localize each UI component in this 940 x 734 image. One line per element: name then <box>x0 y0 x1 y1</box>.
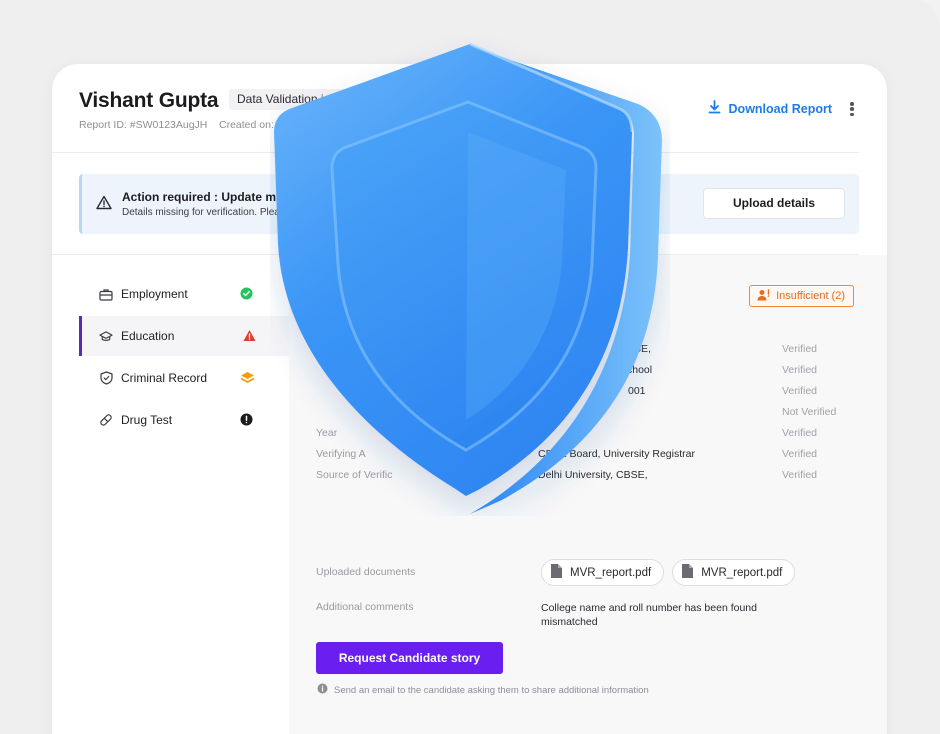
sidebar-item-drug-test[interactable]: Drug Test <box>79 400 289 440</box>
document-name: MVR_report.pdf <box>701 566 783 579</box>
header-divider <box>52 152 859 153</box>
action-required-alert: Action required : Update miss Details mi… <box>79 174 859 234</box>
document-list: MVR_report.pdf MVR_report.pdf <box>541 559 796 586</box>
upload-details-button[interactable]: Upload details <box>703 188 845 219</box>
row-value: Delhi University, CBSE, <box>538 469 648 481</box>
created-on: Created on: 30 <box>219 119 289 131</box>
candidate-name: Vishant Gupta <box>79 89 219 112</box>
graduation-cap-icon <box>99 329 113 343</box>
additional-comments-value: College name and roll number has been fo… <box>541 602 757 628</box>
document-chip[interactable]: MVR_report.pdf <box>672 559 796 586</box>
row-status: Verified <box>782 385 818 397</box>
file-icon <box>681 563 694 582</box>
document-chip[interactable]: MVR_report.pdf <box>541 559 665 586</box>
download-report-button[interactable]: Download Report <box>708 100 832 117</box>
page-background: Vishant Gupta Data Validation in P Repor… <box>0 0 940 734</box>
document-name: MVR_report.pdf <box>570 566 652 579</box>
row-status: Not Verified <box>782 406 837 418</box>
row-value: 001 <box>628 385 646 397</box>
insufficient-label: Insufficient (2) <box>776 290 845 302</box>
warning-icon <box>96 195 112 215</box>
alert-circle-icon <box>240 413 253 426</box>
row-status: Verified <box>782 469 818 481</box>
check-sidebar: Employment Education Criminal Record Dru… <box>79 274 289 442</box>
alert-description: Details missing for verification. Plea <box>122 207 280 218</box>
row-value: CBSE Board, University Registrar <box>538 448 695 460</box>
row-status: Verified <box>782 364 818 376</box>
sidebar-item-label: Education <box>121 329 175 343</box>
download-icon <box>708 100 721 117</box>
row-value: SE, <box>634 343 651 355</box>
sidebar-item-label: Employment <box>121 287 188 301</box>
row-value: chool <box>627 364 653 376</box>
request-note-text: Send an email to the candidate asking th… <box>334 684 649 696</box>
more-options-icon[interactable] <box>847 100 857 118</box>
row-label: Year <box>316 427 338 439</box>
sidebar-item-criminal-record[interactable]: Criminal Record <box>79 358 289 398</box>
shield-check-icon <box>99 371 113 385</box>
request-candidate-story-button[interactable]: Request Candidate story <box>316 642 503 674</box>
request-note: Send an email to the candidate asking th… <box>317 683 649 697</box>
row-label: Source of Verific <box>316 469 393 481</box>
info-icon <box>317 683 328 697</box>
uploaded-documents-label: Uploaded documents <box>316 566 416 578</box>
pill-icon <box>99 413 113 427</box>
additional-comments-label: Additional comments <box>316 601 414 613</box>
verified-check-icon <box>240 287 253 300</box>
row-label: Verifying A <box>316 448 366 460</box>
sidebar-item-label: Criminal Record <box>121 371 208 385</box>
row-status: Verified <box>782 343 818 355</box>
user-alert-icon <box>757 288 771 304</box>
education-detail-panel: Insufficient (2) SE, Verified chool Veri… <box>289 255 887 734</box>
report-id: Report ID: #SW0123AugJH <box>79 119 208 131</box>
report-card: Vishant Gupta Data Validation in P Repor… <box>52 64 887 734</box>
report-type-chip: Data Validation in P <box>229 89 350 110</box>
row-status: Verified <box>782 448 818 460</box>
sidebar-item-employment[interactable]: Employment <box>79 274 289 314</box>
sidebar-item-education[interactable]: Education <box>79 316 289 356</box>
warning-triangle-icon <box>243 329 256 342</box>
file-icon <box>550 563 563 582</box>
insufficient-badge[interactable]: Insufficient (2) <box>749 285 854 307</box>
layers-icon <box>240 371 255 384</box>
sidebar-item-label: Drug Test <box>121 413 173 427</box>
briefcase-icon <box>99 287 113 301</box>
download-report-label: Download Report <box>728 101 832 116</box>
alert-title: Action required : Update miss <box>122 190 293 204</box>
row-status: Verified <box>782 427 818 439</box>
